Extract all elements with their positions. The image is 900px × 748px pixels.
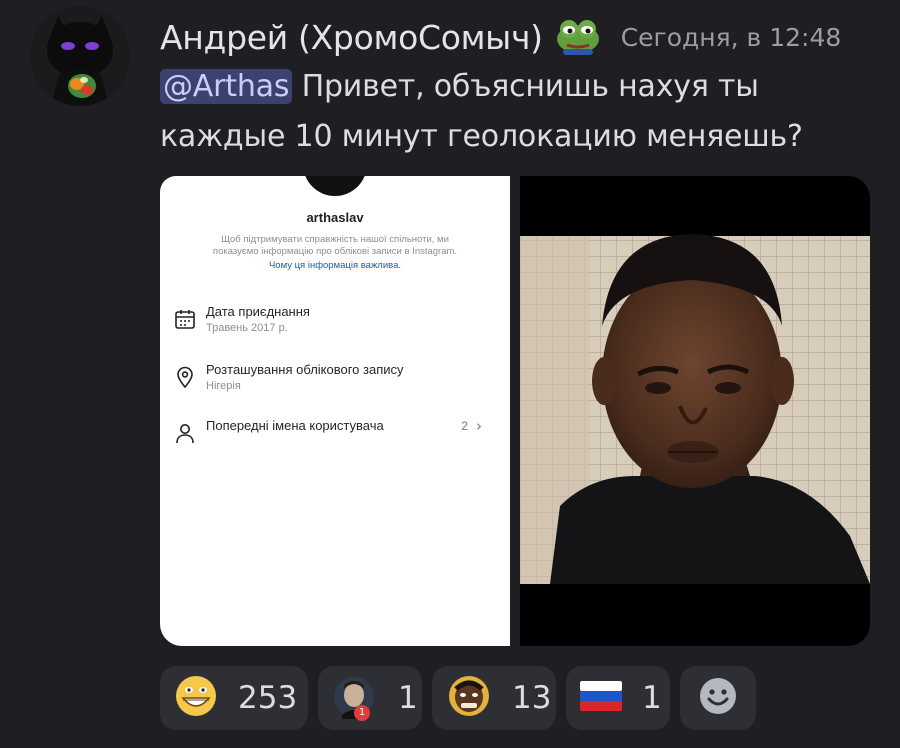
attachment-profile-screenshot[interactable]: arthaslav Щоб підтримувати справжність н…	[160, 176, 510, 646]
grinning-face-icon	[174, 674, 218, 722]
add-reaction-smiley-icon	[698, 676, 738, 720]
custom-face-icon	[446, 673, 492, 723]
reaction-count: 13	[512, 680, 552, 716]
former-usernames-title: Попередні імена користувача	[206, 418, 384, 433]
person-icon	[174, 422, 196, 444]
join-date-title: Дата приєднання	[206, 304, 310, 319]
reaction-custom-character[interactable]: 1 1	[318, 666, 422, 730]
author-name[interactable]: Андрей (ХромоСомыч)	[160, 18, 543, 57]
chevron-right-icon: ›	[476, 417, 482, 435]
author-avatar[interactable]	[30, 6, 130, 106]
former-usernames-row[interactable]: Попередні імена користувача 2 ›	[174, 416, 496, 456]
russian-flag-icon	[580, 681, 622, 715]
cat-avatar-image	[30, 6, 130, 106]
account-location-row: Розташування облікового запису Нігерія	[174, 360, 496, 400]
former-usernames-count: 2	[461, 419, 468, 433]
profile-avatar	[303, 176, 367, 196]
location-pin-icon	[174, 366, 196, 389]
account-location-value: Нігерія	[206, 380, 241, 392]
message-timestamp: Сегодня, в 12:48	[620, 22, 842, 52]
reaction-grinning[interactable]: 253	[160, 666, 308, 730]
join-date-row: Дата приєднання Травень 2017 р.	[174, 302, 496, 342]
add-reaction-button[interactable]	[680, 666, 756, 730]
attachment-photo[interactable]	[520, 176, 870, 646]
calendar-icon	[174, 308, 196, 330]
account-location-title: Розташування облікового запису	[206, 362, 404, 377]
reaction-custom-face[interactable]: 13	[432, 666, 556, 730]
reactions-bar: 253 1 1 13 1	[160, 666, 756, 730]
profile-username: arthaslav	[306, 210, 364, 225]
pepe-frog-icon	[555, 15, 601, 59]
join-date-value: Травень 2017 р.	[206, 322, 288, 334]
portrait-photo	[520, 234, 870, 584]
reaction-russian-flag[interactable]: 1	[566, 666, 670, 730]
message-header: Андрей (ХромоСомыч) Сегодня, в 12:48	[160, 14, 841, 60]
message-content: @Arthas Привет, объяснишь нахуя ты кажды…	[160, 62, 860, 162]
reaction-count: 1	[398, 680, 418, 716]
notification-badge: 1	[354, 705, 370, 721]
profile-info-link: Чому ця інформація важлива.	[268, 260, 402, 271]
reaction-count: 1	[642, 680, 662, 716]
user-mention[interactable]: @Arthas	[160, 69, 293, 104]
reaction-count: 253	[238, 680, 298, 716]
custom-character-icon: 1	[332, 675, 378, 721]
profile-description: Щоб підтримувати справжність нашої спіль…	[212, 234, 458, 257]
